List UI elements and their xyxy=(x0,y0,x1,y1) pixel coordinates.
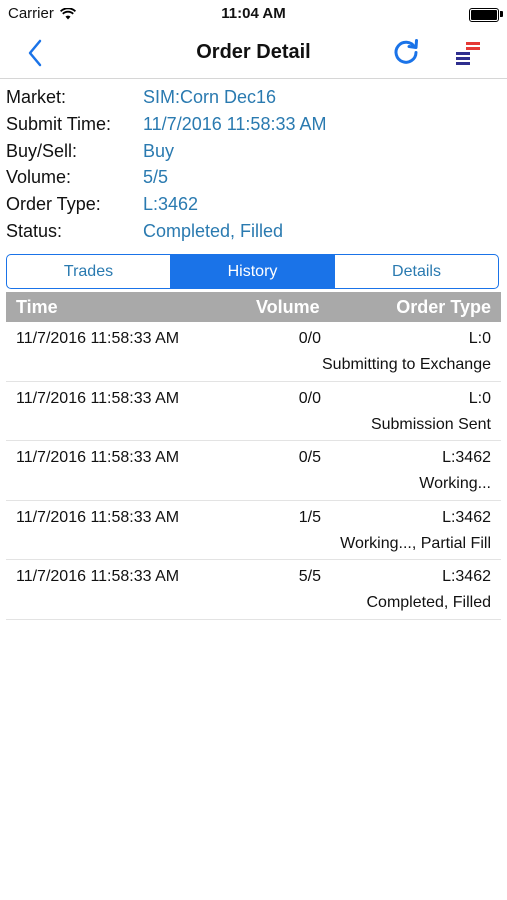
history-table: 11/7/2016 11:58:33 AM 0/0 L:0 Submitting… xyxy=(6,322,501,620)
tab-details[interactable]: Details xyxy=(335,255,498,288)
order-type-value: L:3462 xyxy=(143,194,199,215)
market-row: Market: SIM:Corn Dec16 xyxy=(6,84,326,111)
submit-time-row: Submit Time: 11/7/2016 11:58:33 AM xyxy=(6,111,326,138)
volume-label: Volume: xyxy=(6,167,72,188)
row-time: 11/7/2016 11:58:33 AM xyxy=(16,508,180,526)
row-status: Completed, Filled xyxy=(366,594,492,611)
battery-tip xyxy=(500,11,503,17)
volume-row: Volume: 5/5 xyxy=(6,164,326,191)
row-volume: 5/5 xyxy=(298,568,321,585)
refresh-icon[interactable] xyxy=(390,36,422,68)
row-time: 11/7/2016 11:58:33 AM xyxy=(16,568,180,585)
battery-level xyxy=(471,10,497,20)
row-volume: 0/5 xyxy=(298,449,321,466)
row-order-type: L:0 xyxy=(468,330,491,347)
row-time: 11/7/2016 11:58:33 AM xyxy=(16,330,180,347)
order-type-label: Order Type: xyxy=(6,194,101,215)
battery-icon xyxy=(469,8,499,22)
menu-icon[interactable] xyxy=(452,38,486,68)
buy-sell-label: Buy/Sell: xyxy=(6,140,78,161)
market-label: Market: xyxy=(6,87,67,107)
row-order-type: L:3462 xyxy=(442,449,491,466)
table-row[interactable]: 11/7/2016 11:58:33 AM 5/5 L:3462 Complet… xyxy=(6,560,501,620)
navigation-bar: Order Detail xyxy=(0,28,507,79)
column-header-order-type: Order Type xyxy=(396,297,491,317)
order-type-row: Order Type: L:3462 xyxy=(6,191,326,218)
column-header-volume: Volume xyxy=(256,297,320,317)
status-label: Status: xyxy=(6,220,63,241)
buy-sell-value: Buy xyxy=(143,140,175,161)
row-time: 11/7/2016 11:58:33 AM xyxy=(16,449,180,466)
status-bar: Carrier 11:04 AM xyxy=(0,0,507,28)
row-status: Submitting to Exchange xyxy=(322,356,491,373)
row-volume: 0/0 xyxy=(298,389,321,407)
row-volume: 0/0 xyxy=(298,330,321,347)
row-order-type: L:3462 xyxy=(442,568,491,585)
row-status: Working... xyxy=(419,475,491,492)
segmented-control: Trades History Details xyxy=(6,254,499,289)
market-value: SIM:Corn Dec16 xyxy=(143,87,277,107)
page-title: Order Detail xyxy=(196,41,311,63)
row-status: Working..., Partial Fill xyxy=(340,534,491,552)
table-row[interactable]: 11/7/2016 11:58:33 AM 0/0 L:0 Submitting… xyxy=(6,322,501,382)
history-table-header: Time Volume Order Type xyxy=(6,292,501,322)
status-row: Status: Completed, Filled xyxy=(6,218,326,245)
row-status: Submission Sent xyxy=(370,415,491,433)
table-row[interactable]: 11/7/2016 11:58:33 AM 0/5 L:3462 Working… xyxy=(6,441,501,501)
status-time: 11:04 AM xyxy=(221,5,286,22)
column-header-time: Time xyxy=(16,297,58,317)
status-value: Completed, Filled xyxy=(143,220,284,241)
table-row[interactable]: 11/7/2016 11:58:33 AM 0/0 L:0 Submission… xyxy=(6,382,501,441)
row-volume: 1/5 xyxy=(298,508,321,526)
order-info: Market: SIM:Corn Dec16 Submit Time: 11/7… xyxy=(6,84,326,245)
volume-value: 5/5 xyxy=(143,167,169,188)
row-order-type: L:0 xyxy=(468,389,491,407)
submit-time-label: Submit Time: xyxy=(6,113,112,134)
tab-trades[interactable]: Trades xyxy=(7,255,171,288)
row-order-type: L:3462 xyxy=(442,508,491,526)
table-row[interactable]: 11/7/2016 11:58:33 AM 1/5 L:3462 Working… xyxy=(6,501,501,560)
tab-history[interactable]: History xyxy=(171,255,335,288)
submit-time-value: 11/7/2016 11:58:33 AM xyxy=(143,113,327,134)
buy-sell-row: Buy/Sell: Buy xyxy=(6,138,326,165)
row-time: 11/7/2016 11:58:33 AM xyxy=(16,389,180,407)
